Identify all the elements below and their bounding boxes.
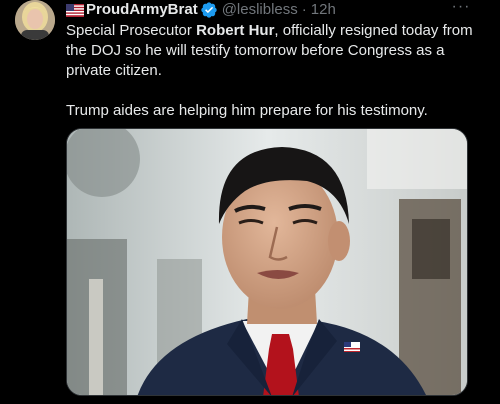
us-flag-icon	[66, 3, 84, 17]
user-handle[interactable]: @leslibless	[222, 0, 298, 20]
text-bold-name: Robert Hur	[196, 22, 275, 39]
tweet-paragraph-1: Special Prosecutor Robert Hur, officiall…	[66, 21, 486, 81]
separator-dot: ·	[301, 1, 307, 18]
tweet[interactable]: ProudArmyBrat @leslibless · 12h ··· Spec…	[0, 0, 500, 404]
verified-badge-icon[interactable]	[200, 1, 218, 19]
avatar[interactable]	[15, 0, 55, 40]
more-options-icon[interactable]: ···	[450, 0, 472, 20]
text-prefix: Special Prosecutor	[66, 22, 197, 39]
tweet-photo[interactable]	[66, 128, 468, 396]
tweet-text: Special Prosecutor Robert Hur, officiall…	[66, 21, 486, 121]
timestamp[interactable]: 12h	[311, 0, 336, 20]
display-name[interactable]: ProudArmyBrat	[86, 0, 198, 20]
tweet-paragraph-2: Trump aides are helping him prepare for …	[66, 102, 428, 119]
tweet-header: ProudArmyBrat @leslibless · 12h	[66, 0, 490, 20]
